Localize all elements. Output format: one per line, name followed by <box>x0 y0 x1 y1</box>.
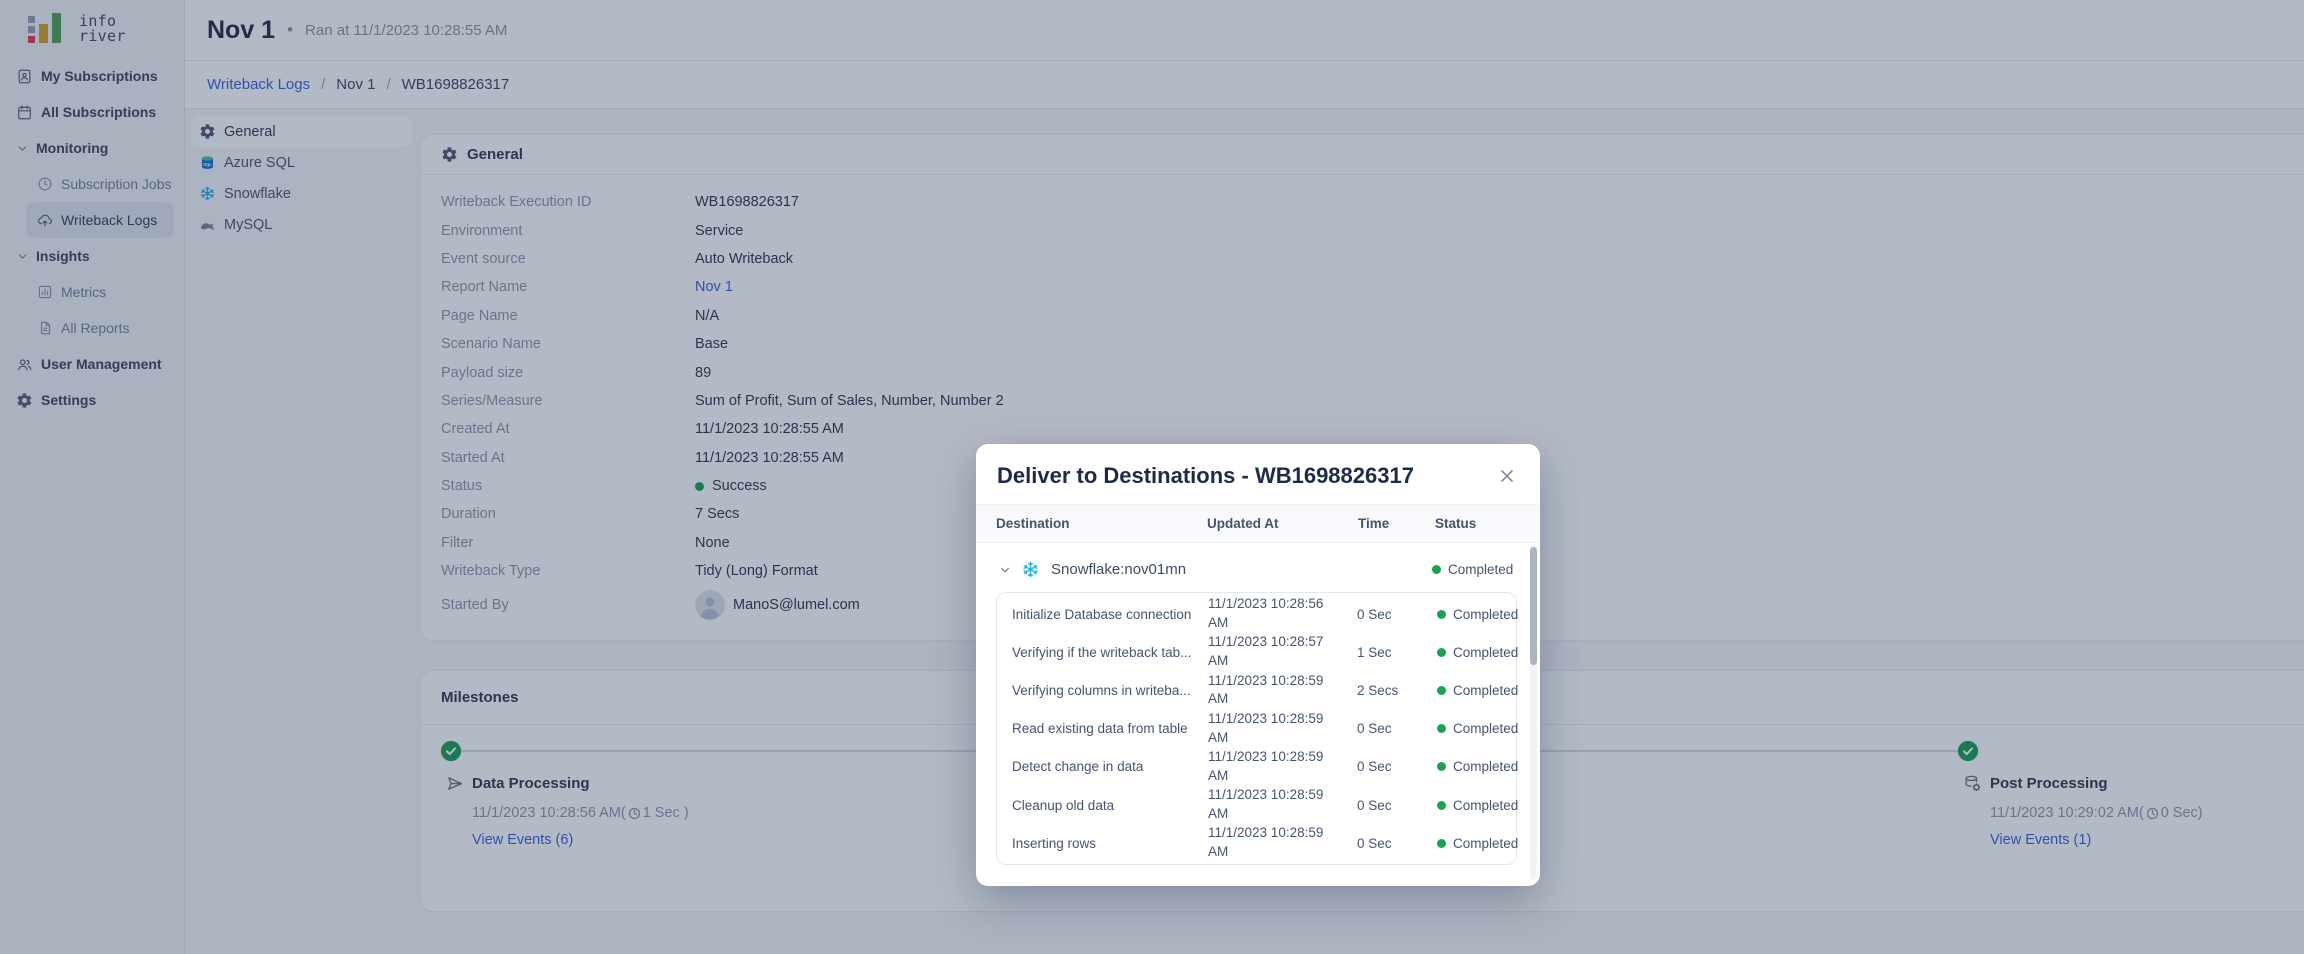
modal-scrollbar-thumb[interactable] <box>1530 547 1537 665</box>
step-status: Completed <box>1437 645 1518 660</box>
snowflake-icon <box>1021 560 1040 579</box>
destination-group-row[interactable]: Snowflake:nov01mn Completed <box>976 543 1540 579</box>
close-icon[interactable] <box>1496 465 1518 487</box>
step-status: Completed <box>1437 683 1518 698</box>
step-updated-at: 11/1/2023 10:28:59 AM <box>1208 825 1324 860</box>
step-updated-at: 11/1/2023 10:28:59 AM <box>1208 748 1324 783</box>
step-time: 0 Sec <box>1357 721 1392 737</box>
status-dot-icon <box>1437 685 1446 695</box>
step-name: Verifying if the writeback tab... <box>1012 644 1192 660</box>
step-time: 0 Sec <box>1357 797 1392 813</box>
step-name: Cleanup old data <box>1012 797 1115 813</box>
chevron-down-icon[interactable] <box>998 563 1012 577</box>
step-time: 0 Sec <box>1357 759 1392 775</box>
step-name: Initialize Database connection <box>1012 606 1192 622</box>
destination-steps: Initialize Database connection 11/1/2023 … <box>996 592 1518 866</box>
step-status: Completed <box>1437 836 1518 851</box>
step-time: 1 Sec <box>1357 644 1392 660</box>
modal-header: Deliver to Destinations - WB1698826317 <box>976 444 1540 504</box>
step-name: Read existing data from table <box>1012 721 1188 737</box>
deliver-destinations-modal: Deliver to Destinations - WB1698826317 D… <box>976 444 1540 886</box>
step-updated-at: 11/1/2023 10:28:59 AM <box>1208 787 1324 822</box>
status-dot-icon <box>1437 838 1446 848</box>
step-name: Detect change in data <box>1012 759 1144 775</box>
modal-title: Deliver to Destinations - WB1698826317 <box>997 463 1414 488</box>
modal-body: Snowflake:nov01mn Completed Initialize D… <box>976 543 1540 884</box>
step-updated-at: 11/1/2023 10:28:57 AM <box>1208 634 1324 669</box>
step-row-verifying-if-the-writeback-tab: Verifying if the writeback tab... 11/1/20… <box>997 633 1518 671</box>
col-destination: Destination <box>996 516 1070 531</box>
step-row-detect-change-in-data: Detect change in data 11/1/2023 10:28:59 … <box>997 748 1518 786</box>
step-time: 2 Secs <box>1357 682 1399 698</box>
status-dot-icon <box>1437 609 1446 619</box>
step-updated-at: 11/1/2023 10:28:59 AM <box>1208 710 1324 745</box>
step-time: 0 Sec <box>1357 835 1392 851</box>
step-name: Verifying columns in writeba... <box>1012 682 1191 698</box>
status-dot-icon <box>1437 800 1446 810</box>
step-time: 0 Sec <box>1357 606 1392 622</box>
step-status: Completed <box>1437 607 1518 622</box>
step-updated-at: 11/1/2023 10:28:56 AM <box>1208 596 1324 631</box>
step-status: Completed <box>1437 721 1518 736</box>
step-row-verifying-columns-in-writeba: Verifying columns in writeba... 11/1/2023… <box>997 671 1518 709</box>
status-dot-icon <box>1432 565 1441 574</box>
step-row-initialize-database-connection: Initialize Database connection 11/1/2023 … <box>997 595 1518 633</box>
step-row-cleanup-old-data: Cleanup old data 11/1/2023 10:28:59 AM 0 S… <box>997 786 1518 824</box>
destination-status: Completed <box>1432 562 1513 577</box>
step-status: Completed <box>1437 798 1518 813</box>
destination-name: Snowflake:nov01mn <box>1051 561 1187 578</box>
status-dot-icon <box>1437 647 1446 657</box>
step-row-inserting-rows: Inserting rows 11/1/2023 10:28:59 AM 0 Sec… <box>997 824 1518 862</box>
modal-table-header: Destination Updated At Time Status <box>976 504 1540 543</box>
step-row-read-existing-data-from-table: Read existing data from table 11/1/2023 1… <box>997 710 1518 748</box>
step-updated-at: 11/1/2023 10:28:59 AM <box>1208 672 1324 707</box>
status-dot-icon <box>1437 762 1446 772</box>
col-time: Time <box>1358 516 1390 531</box>
step-name: Inserting rows <box>1012 835 1097 851</box>
status-dot-icon <box>1437 724 1446 734</box>
col-status: Status <box>1435 516 1477 531</box>
col-updated-at: Updated At <box>1207 516 1279 531</box>
step-status: Completed <box>1437 759 1518 774</box>
